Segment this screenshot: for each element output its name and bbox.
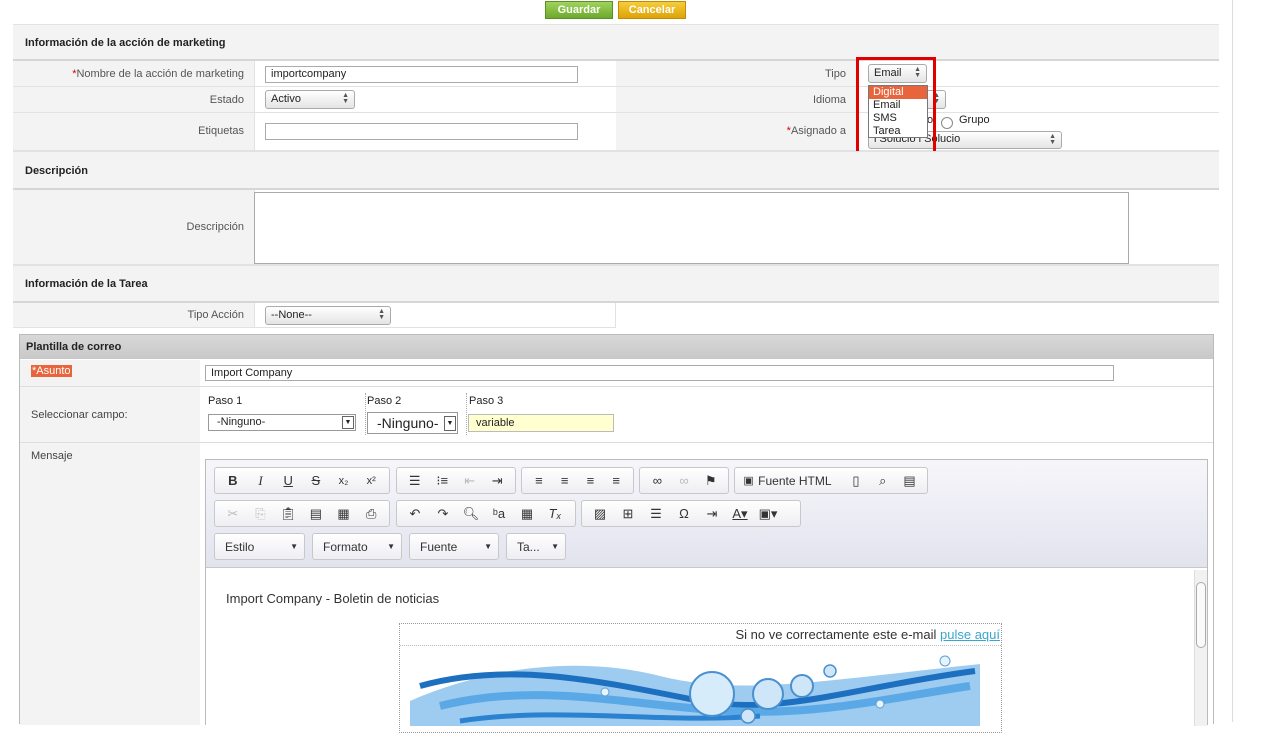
tags-label: Etiquetas bbox=[13, 113, 254, 151]
templates-icon[interactable]: ▤ bbox=[896, 473, 923, 489]
description-textarea[interactable] bbox=[254, 192, 1129, 264]
toolbar-group-insert: ▨ ⊞ ☰ Ω ⇥ A▾ ▣▾ bbox=[581, 500, 801, 527]
content-title: Import Company - Boletin de noticias bbox=[226, 591, 440, 606]
toolbar-group-align: ≡ ≡ ≡ ≡ bbox=[521, 467, 634, 494]
strikethrough-icon[interactable]: S bbox=[302, 473, 330, 488]
water-banner-image bbox=[410, 655, 980, 726]
toolbar-group-basic: B I U S x₂ x² bbox=[214, 467, 390, 494]
find-icon[interactable]: 🔍︎ bbox=[457, 506, 485, 522]
newsletter-table: Si no ve correctamente este e-mail pulse… bbox=[399, 623, 1002, 733]
step3-input[interactable]: variable bbox=[468, 414, 614, 432]
group-radio-label: Grupo bbox=[959, 114, 990, 126]
special-char-icon[interactable]: Ω bbox=[670, 506, 698, 521]
cut-icon[interactable]: ✂ bbox=[219, 506, 247, 522]
select-field-label: Seleccionar campo: bbox=[20, 387, 200, 443]
underline-icon[interactable]: U bbox=[274, 473, 302, 488]
superscript-icon[interactable]: x² bbox=[357, 475, 385, 487]
subject-label: *Asunto bbox=[31, 365, 72, 377]
section-marketing: Información de la acción de marketing bbox=[13, 24, 1219, 61]
copy-icon[interactable]: ⎘ bbox=[247, 506, 275, 522]
horizontal-rule-icon[interactable]: ☰ bbox=[642, 506, 670, 522]
cancel-button[interactable]: Cancelar bbox=[618, 1, 686, 19]
page-break-icon[interactable]: ⇥ bbox=[698, 506, 726, 522]
toolbar-group-clipboard: ✂ ⎘ 📋︎ ▤ ▦ ⎙ bbox=[214, 500, 390, 527]
description-label: Descripción bbox=[13, 190, 254, 265]
step1-label: Paso 1 bbox=[208, 395, 243, 407]
justify-icon[interactable]: ≡ bbox=[603, 473, 629, 488]
assigned-label: *Asignado a bbox=[616, 113, 856, 151]
align-center-icon[interactable]: ≡ bbox=[552, 473, 578, 488]
subscript-icon[interactable]: x₂ bbox=[330, 475, 358, 487]
section-title: Información de la Tarea bbox=[25, 278, 148, 290]
view-online-link[interactable]: pulse aquí bbox=[940, 627, 1000, 642]
image-icon[interactable]: ▨ bbox=[586, 506, 614, 522]
style-dropdown[interactable]: Estilo ▼ bbox=[214, 533, 305, 560]
type-label: Tipo bbox=[616, 61, 856, 87]
scrollbar-thumb[interactable] bbox=[1196, 582, 1206, 648]
paste-icon[interactable]: 📋︎ bbox=[274, 506, 302, 522]
undo-icon[interactable]: ↶ bbox=[401, 506, 429, 522]
paste-text-icon[interactable]: ▤ bbox=[302, 506, 330, 522]
italic-icon[interactable]: I bbox=[247, 473, 275, 489]
task-type-select[interactable]: --None-- ▲ ▼ bbox=[265, 306, 391, 325]
rich-text-editor: B I U S x₂ x² ☰ ⁝≡ ⇤ ⇥ ≡ ≡ ≡ ≡ ∞ ∞ ⚑ ▣ F… bbox=[205, 459, 1208, 733]
step2-select[interactable]: -Ninguno- ▼ bbox=[367, 412, 458, 434]
step3-label: Paso 3 bbox=[469, 395, 504, 407]
message-label: Mensaje bbox=[20, 443, 200, 725]
toolbar-group-document: ▣ Fuente HTML ▯ ⌕ ▤ bbox=[734, 467, 928, 494]
view-online-line: Si no ve correctamente este e-mail pulse… bbox=[400, 624, 1001, 646]
new-page-icon[interactable]: ▯ bbox=[843, 473, 870, 489]
status-select[interactable]: Activo ▲ ▼ bbox=[265, 90, 355, 109]
step2-label: Paso 2 bbox=[367, 395, 402, 407]
section-title: Descripción bbox=[25, 165, 88, 177]
section-title: Información de la acción de marketing bbox=[25, 37, 226, 49]
toolbar-group-edit: ↶ ↷ 🔍︎ ᵇa ▦ Tₓ bbox=[396, 500, 576, 527]
name-label: *Nombre de la acción de marketing bbox=[13, 61, 254, 87]
align-left-icon[interactable]: ≡ bbox=[526, 473, 552, 488]
name-input[interactable]: importcompany bbox=[265, 66, 578, 83]
task-type-label: Tipo Acción bbox=[13, 303, 254, 328]
redo-icon[interactable]: ↷ bbox=[429, 506, 457, 522]
bulleted-list-icon[interactable]: ⁝≡ bbox=[429, 473, 457, 489]
subject-label-cell: *Asunto bbox=[20, 360, 200, 387]
page-divider bbox=[1232, 0, 1233, 722]
text-color-icon[interactable]: A▾ bbox=[726, 506, 754, 522]
section-description: Descripción bbox=[13, 151, 1219, 190]
toolbar-group-lists: ☰ ⁝≡ ⇤ ⇥ bbox=[396, 467, 516, 494]
tags-input[interactable] bbox=[265, 123, 578, 140]
template-header: Plantilla de correo bbox=[20, 335, 1213, 359]
remove-format-icon[interactable]: Tₓ bbox=[541, 506, 569, 521]
html-source-icon[interactable]: ▣ bbox=[739, 474, 758, 487]
editor-scrollbar[interactable] bbox=[1194, 570, 1207, 726]
anchor-flag-icon[interactable]: ⚑ bbox=[697, 473, 724, 489]
subject-input[interactable]: Import Company bbox=[205, 365, 1114, 381]
toolbar-group-links: ∞ ∞ ⚑ bbox=[639, 467, 729, 494]
outdent-icon[interactable]: ⇤ bbox=[456, 473, 484, 489]
section-task: Información de la Tarea bbox=[13, 265, 1219, 303]
step1-select[interactable]: -Ninguno- ▼ bbox=[208, 414, 356, 431]
bg-color-icon[interactable]: ▣▾ bbox=[754, 506, 782, 522]
paste-word-icon[interactable]: ▦ bbox=[330, 506, 358, 522]
html-source-button[interactable]: Fuente HTML bbox=[758, 474, 842, 488]
status-label: Estado bbox=[13, 87, 254, 113]
replace-icon[interactable]: ᵇa bbox=[485, 506, 513, 521]
save-button[interactable]: Guardar bbox=[545, 1, 613, 19]
preview-icon[interactable]: ⌕ bbox=[869, 473, 896, 489]
link-icon[interactable]: ∞ bbox=[644, 473, 671, 488]
email-template-panel: Plantilla de correo *Asunto Import Compa… bbox=[19, 334, 1214, 733]
bold-icon[interactable]: B bbox=[219, 473, 247, 488]
print-icon[interactable]: ⎙ bbox=[357, 506, 385, 522]
select-all-icon[interactable]: ▦ bbox=[513, 506, 541, 522]
align-right-icon[interactable]: ≡ bbox=[578, 473, 604, 488]
indent-icon[interactable]: ⇥ bbox=[484, 473, 512, 489]
highlight-box bbox=[856, 57, 936, 161]
group-radio[interactable] bbox=[941, 117, 953, 129]
language-label: Idioma bbox=[616, 87, 856, 113]
size-dropdown[interactable]: Ta... ▼ bbox=[506, 533, 566, 560]
format-dropdown[interactable]: Formato ▼ bbox=[312, 533, 402, 560]
numbered-list-icon[interactable]: ☰ bbox=[401, 473, 429, 489]
font-dropdown[interactable]: Fuente ▼ bbox=[409, 533, 499, 560]
unlink-icon[interactable]: ∞ bbox=[671, 473, 698, 488]
table-icon[interactable]: ⊞ bbox=[614, 506, 642, 522]
